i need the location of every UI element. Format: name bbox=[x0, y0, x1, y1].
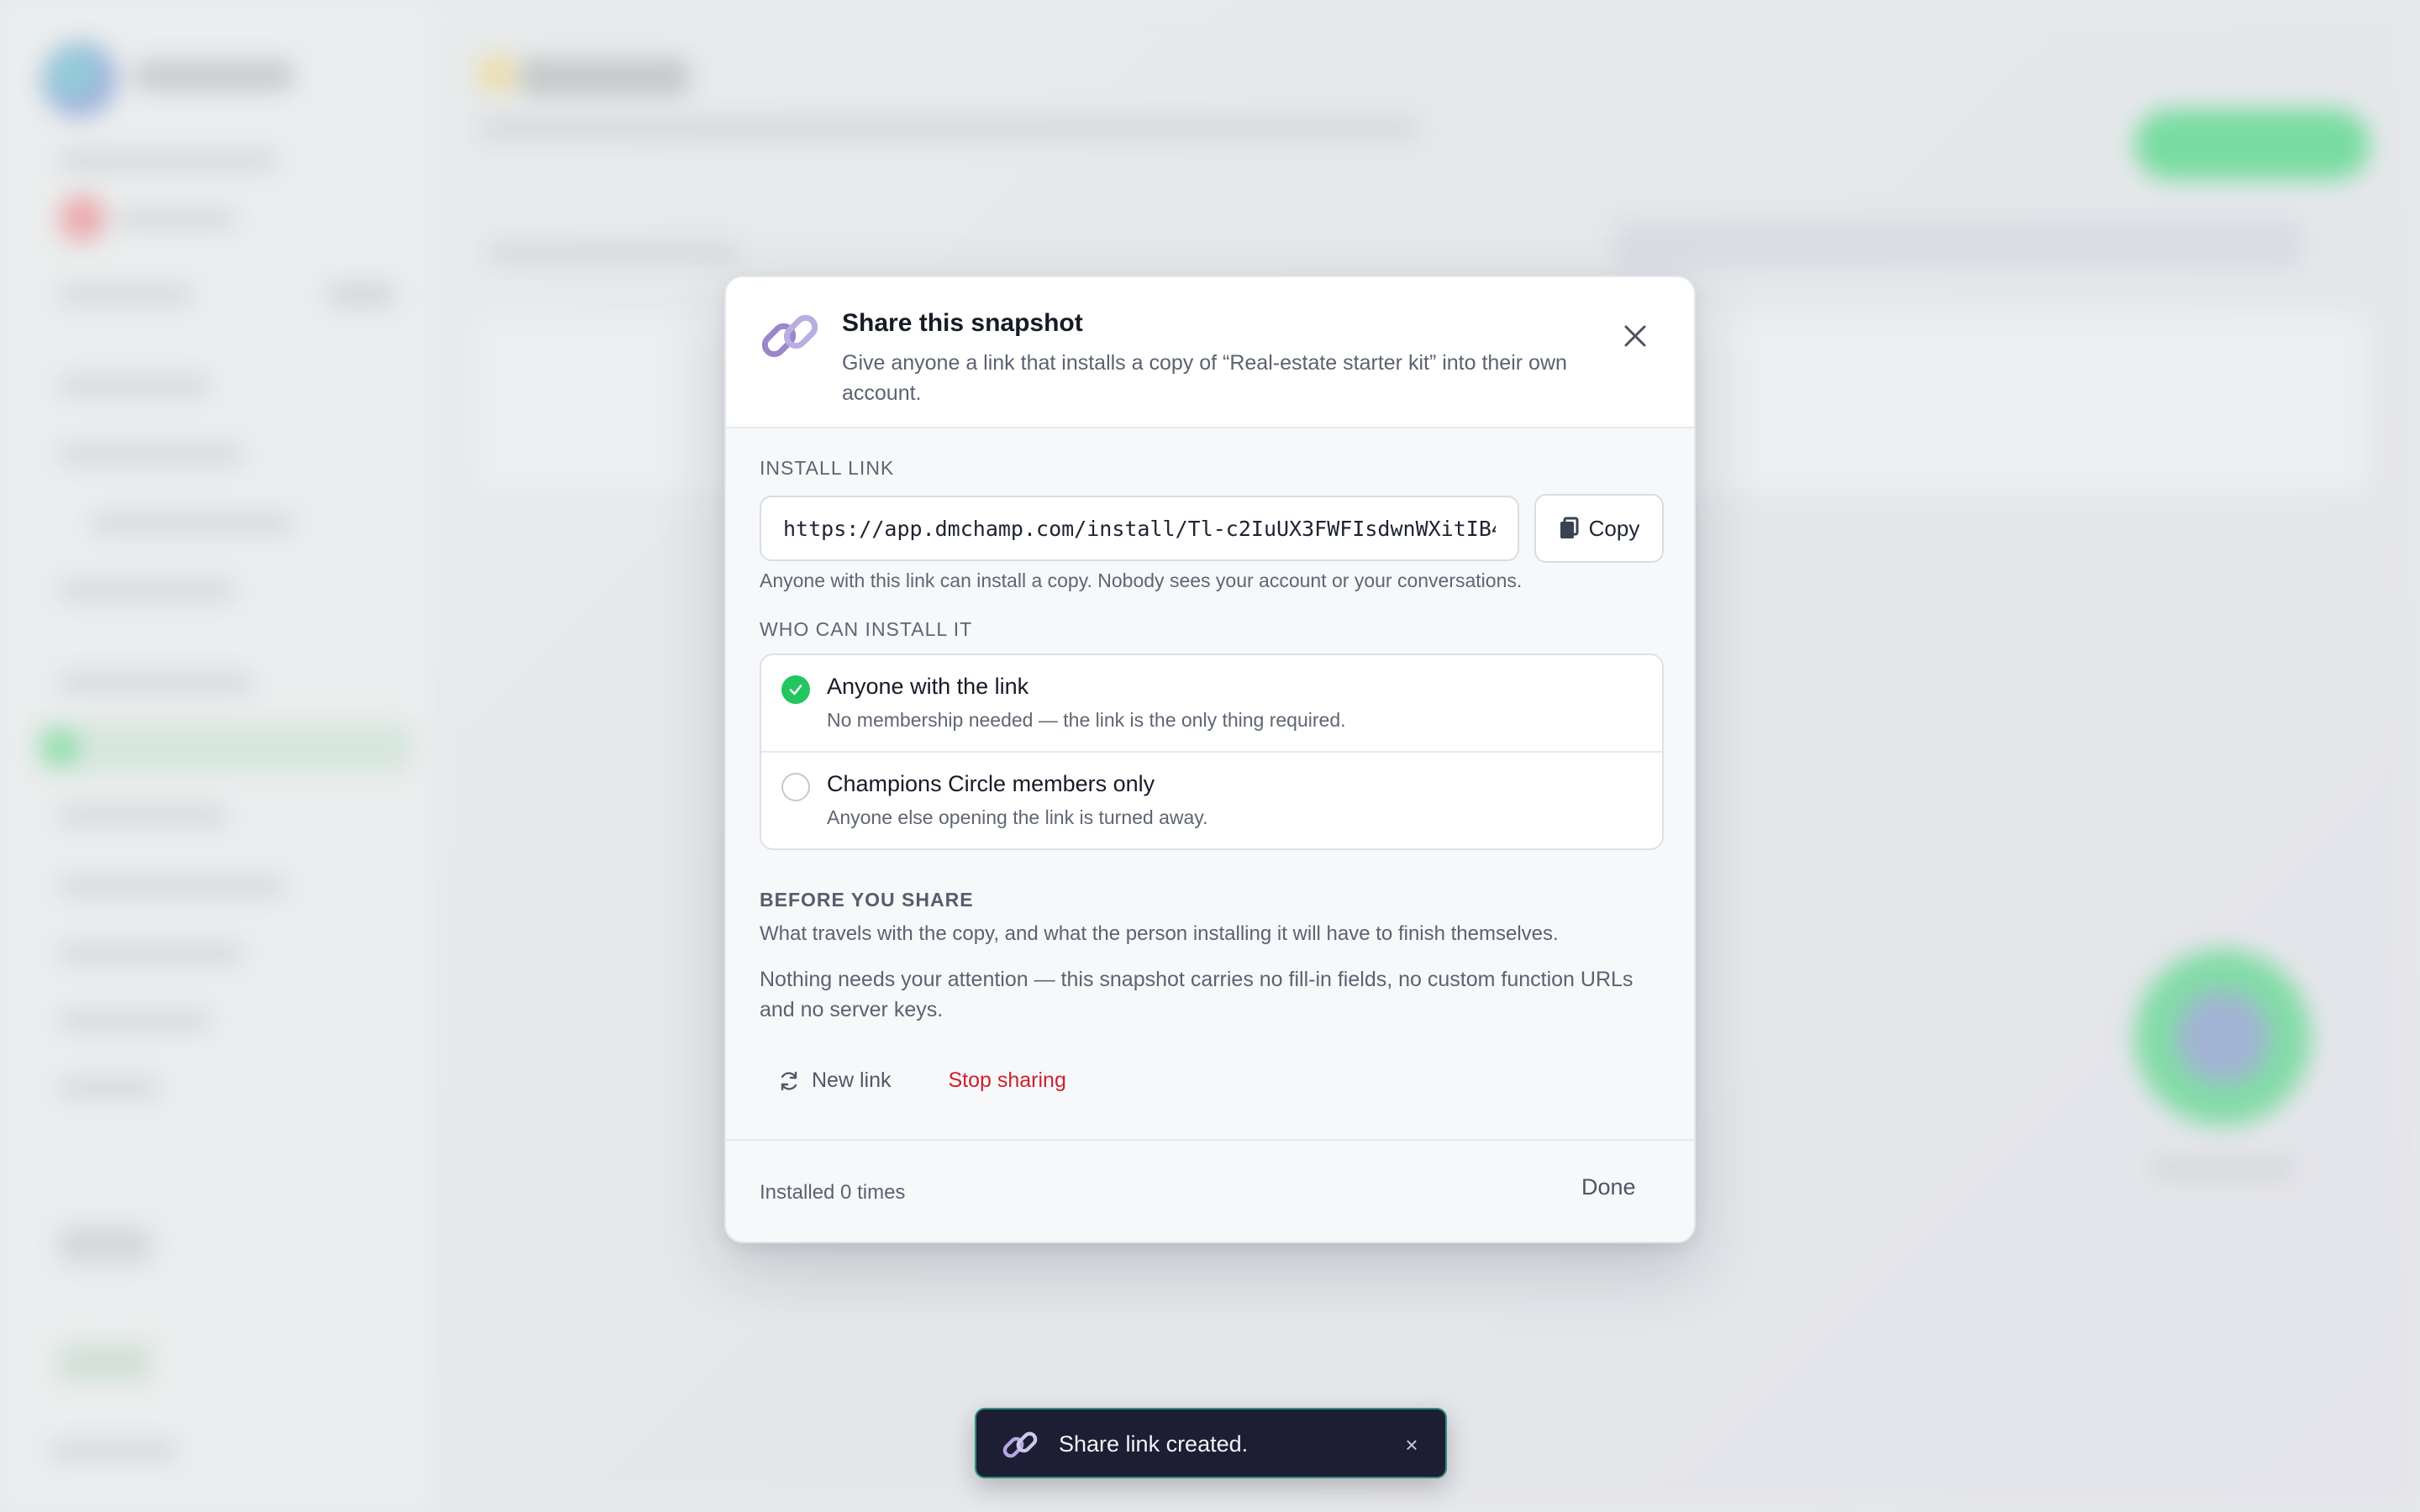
option-anyone-with-link[interactable]: Anyone with the link No membership neede… bbox=[761, 655, 1662, 753]
check-icon bbox=[789, 685, 802, 696]
toast-message: Share link created. bbox=[1059, 1431, 1249, 1457]
modal-header: Share this snapshot Give anyone a link t… bbox=[726, 277, 1694, 428]
toast-notification: Share link created. × bbox=[975, 1408, 1447, 1478]
option-title: Champions Circle members only bbox=[827, 771, 1155, 796]
before-you-share-label: BEFORE YOU SHARE bbox=[760, 889, 974, 911]
install-link-input[interactable] bbox=[760, 496, 1519, 561]
before-you-share-status: Nothing needs your attention — this snap… bbox=[760, 968, 1634, 1021]
share-snapshot-modal: Share this snapshot Give anyone a link t… bbox=[724, 276, 1696, 1243]
close-icon bbox=[1624, 325, 1646, 347]
close-button[interactable] bbox=[1615, 316, 1655, 356]
option-title: Anyone with the link bbox=[827, 674, 1029, 699]
option-subtitle: No membership needed — the link is the o… bbox=[827, 709, 1346, 731]
install-link-label: INSTALL LINK bbox=[760, 457, 895, 479]
clipboard-icon bbox=[1560, 517, 1579, 538]
modal-title: Share this snapshot bbox=[842, 309, 1083, 337]
option-members-only[interactable]: Champions Circle members only Anyone els… bbox=[761, 753, 1662, 848]
modal-footer: Installed 0 times Done bbox=[726, 1139, 1694, 1242]
copy-button-label: Copy bbox=[1588, 515, 1640, 541]
radio-unselected[interactable] bbox=[781, 773, 810, 801]
share-actions: New link Stop sharing bbox=[778, 1068, 1066, 1093]
new-link-label: New link bbox=[812, 1068, 892, 1092]
modal-description: Give anyone a link that installs a copy … bbox=[842, 351, 1567, 405]
done-button[interactable]: Done bbox=[1581, 1174, 1636, 1200]
refresh-icon bbox=[781, 1071, 797, 1090]
install-permission-group: Anyone with the link No membership neede… bbox=[760, 654, 1664, 850]
install-count: Installed 0 times bbox=[760, 1181, 906, 1204]
toast-close-button[interactable]: × bbox=[1397, 1430, 1427, 1460]
link-icon bbox=[1002, 1426, 1039, 1463]
copy-button[interactable]: Copy bbox=[1534, 494, 1664, 563]
new-link-button[interactable]: New link bbox=[778, 1068, 891, 1093]
link-icon bbox=[760, 306, 820, 366]
stop-sharing-button[interactable]: Stop sharing bbox=[948, 1068, 1065, 1093]
install-link-helper: Anyone with this link can install a copy… bbox=[760, 570, 1523, 591]
who-can-install-label: WHO CAN INSTALL IT bbox=[760, 618, 973, 640]
option-subtitle: Anyone else opening the link is turned a… bbox=[827, 806, 1208, 828]
before-you-share-intro: What travels with the copy, and what the… bbox=[760, 922, 1559, 945]
radio-selected[interactable] bbox=[781, 675, 810, 704]
